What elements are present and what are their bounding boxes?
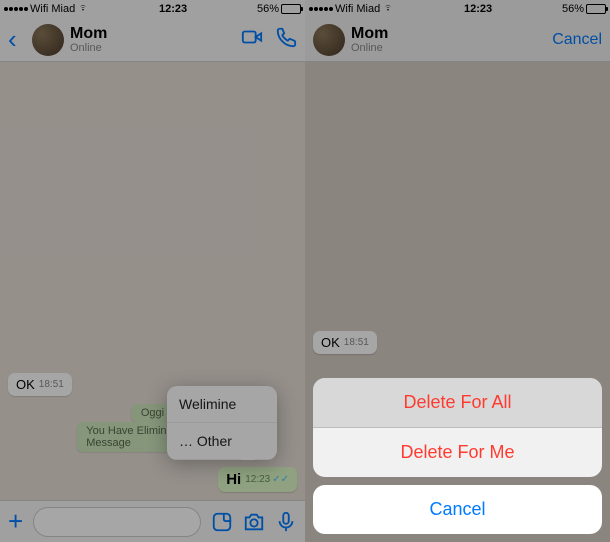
phone-right: Wifi Miad 12:23 56% Mom Online Cancel OK…: [305, 0, 610, 542]
delete-action-sheet: Delete For All Delete For Me Cancel: [313, 370, 602, 534]
delete-for-all-button[interactable]: Delete For All: [313, 378, 602, 428]
sheet-cancel-button[interactable]: Cancel: [313, 485, 602, 534]
delete-for-me-button[interactable]: Delete For Me: [313, 428, 602, 477]
dim-overlay-left: [0, 0, 305, 542]
phone-left: Wifi Miad 12:23 56% ‹ Mom Online OK 18:5…: [0, 0, 305, 542]
